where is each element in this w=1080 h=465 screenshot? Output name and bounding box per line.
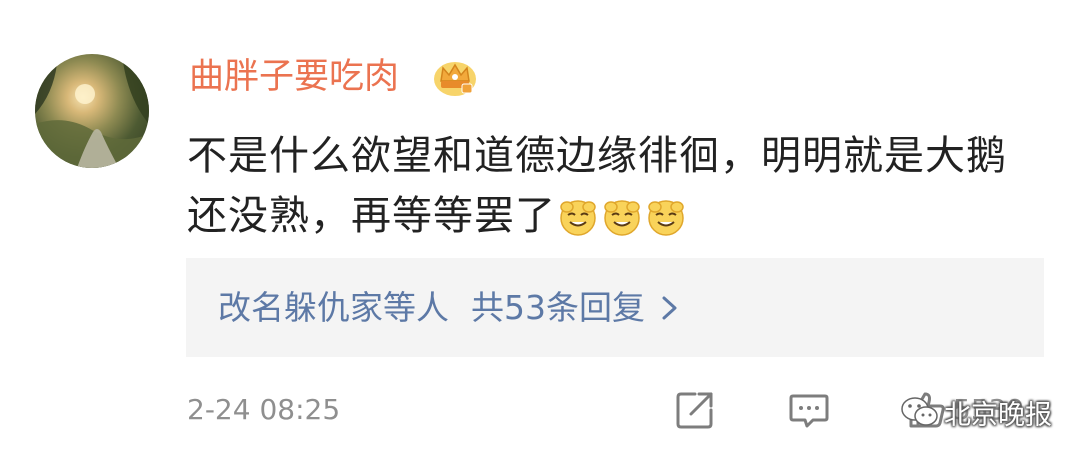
crown-vip-icon [434, 62, 476, 96]
comment-body: 不是什么欲望和道德边缘徘徊，明明就是大鹅还没熟，再等等罢了 [187, 126, 1047, 246]
smile-emoji-icon [560, 200, 596, 236]
emoji-group [558, 197, 686, 237]
commenter-avatar[interactable] [35, 54, 149, 168]
smile-emoji-icon [604, 200, 640, 236]
reply-preview-line[interactable]: 改名躲仇家等人 共53条回复 [218, 258, 681, 357]
smile-emoji-icon [648, 200, 684, 236]
comment-author-name[interactable]: 曲胖子要吃肉 [189, 52, 399, 102]
wechat-icon [901, 397, 938, 426]
comment-timestamp: 2-24 08:25 [187, 393, 341, 426]
watermark-text: 北京晚报 [944, 399, 1052, 431]
reply-preview-box[interactable]: 改名躲仇家等人 共53条回复 [186, 258, 1044, 357]
avatar-image [35, 54, 149, 168]
share-icon[interactable] [673, 388, 717, 432]
reply-count-link[interactable]: 共53条回复 [471, 288, 645, 327]
chevron-right-icon [662, 296, 677, 320]
reply-author-link[interactable]: 改名躲仇家等人 [218, 288, 449, 327]
comment-icon[interactable] [787, 388, 831, 432]
watermark: 北京晚报 [900, 392, 1052, 432]
